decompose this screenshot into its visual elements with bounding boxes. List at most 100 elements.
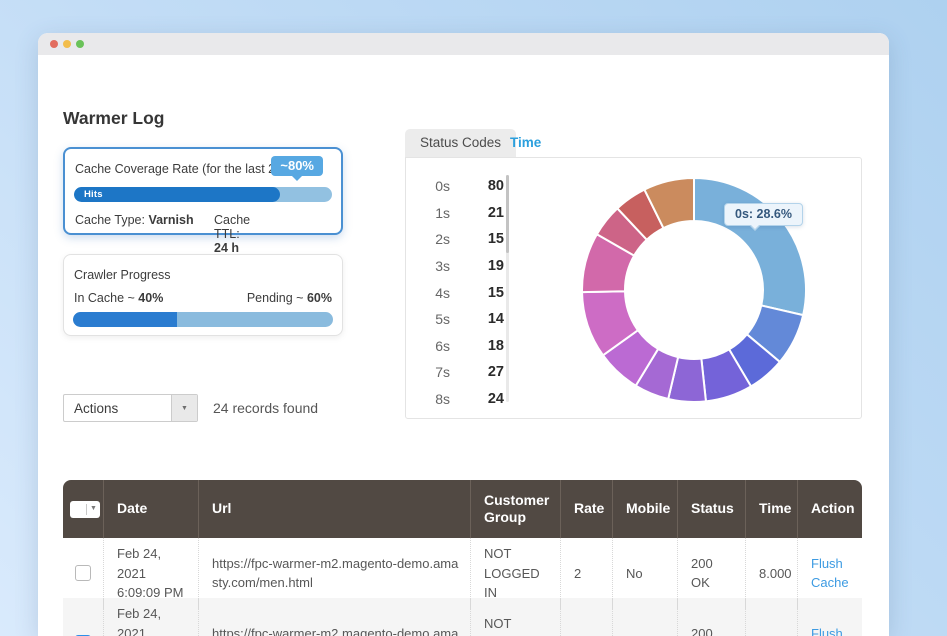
table-header-select: ▼ [63, 480, 103, 538]
legend-label: 3s [426, 258, 450, 274]
action-cell: Flush Cache [797, 598, 862, 636]
crawler-progress-title: Crawler Progress [74, 268, 171, 282]
crawler-progress-card: Crawler Progress In Cache ~ 40% Pending … [63, 254, 343, 336]
column-header-customer-group[interactable]: Customer Group [470, 480, 560, 538]
crawler-progress-fill [73, 312, 177, 327]
legend-scrollbar[interactable] [506, 175, 509, 402]
window-content: Warmer Log Cache Coverage Rate (for the … [38, 55, 889, 636]
customer-group-text: NOTLOGGED IN [484, 544, 550, 603]
crawler-progress-bar [73, 312, 333, 327]
legend-row: 2s 15 [426, 226, 504, 253]
chart-tooltip-text: 0s: 28.6% [735, 207, 792, 221]
legend-value: 15 [474, 231, 504, 247]
chart-tooltip: 0s: 28.6% [724, 203, 803, 226]
column-header-time[interactable]: Time [745, 480, 797, 538]
customer-group-line: LOGGED IN [484, 564, 550, 603]
flush-cache-link[interactable]: Flush Cache [811, 554, 852, 593]
legend-label: 6s [426, 338, 450, 354]
legend-value: 18 [474, 338, 504, 354]
tab-status-codes[interactable]: Status Codes [405, 129, 516, 157]
select-all-checkbox[interactable]: ▼ [70, 501, 100, 518]
crawler-labels-row: In Cache ~ 40% Pending ~ 60% [74, 291, 332, 305]
customer-group-text: NOTLOGGED IN [484, 614, 550, 636]
column-header-status[interactable]: Status [677, 480, 745, 538]
window-titlebar [38, 33, 889, 55]
select-all-caret-icon: ▼ [87, 504, 100, 514]
customer-group-line: NOT [484, 544, 550, 564]
column-header-date[interactable]: Date [103, 480, 198, 538]
time-cell: 8.000 [745, 598, 797, 636]
legend-value: 21 [474, 205, 504, 221]
chart-legend: 0s80 1s 21 2s 15 3s 19 4s 15 5s 14 6s 18 7s 27 8s 24 [426, 173, 504, 412]
legend-row: 1s 21 [426, 200, 504, 227]
legend-label: 5s [426, 311, 450, 327]
window-minimize-button[interactable] [63, 40, 71, 48]
pending-value: 60% [307, 291, 332, 305]
cache-coverage-title: Cache Coverage Rate (for the last 24 h) [75, 162, 297, 176]
legend-value: 19 [474, 258, 504, 274]
app-window: Warmer Log Cache Coverage Rate (for the … [38, 33, 889, 636]
window-close-button[interactable] [50, 40, 58, 48]
desktop-background: Warmer Log Cache Coverage Rate (for the … [0, 0, 947, 636]
coverage-progress-fill: Hits [74, 187, 280, 202]
page-title: Warmer Log [63, 108, 164, 129]
legend-label: 0s [426, 178, 450, 194]
flush-cache-link[interactable]: Flush Cache [811, 624, 852, 636]
column-header-mobile[interactable]: Mobile [612, 480, 677, 538]
rate-cell: 3 [560, 598, 612, 636]
legend-label: 7s [426, 364, 450, 380]
table-row: ✓ Feb 24, 202111:59:56 AM https://fpc-warm… [63, 598, 862, 636]
date-line: Feb 24, 2021 [117, 604, 188, 636]
actions-dropdown-label: Actions [64, 401, 171, 416]
legend-value: 24 [474, 391, 504, 407]
legend-value: 15 [474, 285, 504, 301]
donut-slice-0s[interactable] [694, 178, 806, 315]
date-cell: Feb 24, 202111:59:56 AM [103, 598, 198, 636]
column-header-url[interactable]: Url [198, 480, 470, 538]
coverage-percent-badge: ~80% [271, 156, 323, 176]
cache-type-label: Cache Type: [75, 213, 145, 227]
legend-label: 1s [426, 205, 450, 221]
actions-dropdown[interactable]: Actions ▼ [63, 394, 198, 422]
date-text: Feb 24, 20216:09:09 PM [117, 544, 188, 603]
column-header-action[interactable]: Action [797, 480, 862, 538]
table-body: Feb 24, 20216:09:09 PM https://fpc-warmer… [63, 538, 862, 636]
date-line: Feb 24, 2021 [117, 544, 188, 583]
row-select-cell: ✓ [63, 598, 103, 636]
legend-row: 8s 24 [426, 386, 504, 413]
table-header-row: ▼ DateUrlCustomer GroupRateMobileStatusT… [63, 480, 862, 538]
dropdown-caret-icon[interactable]: ▼ [171, 395, 197, 421]
legend-value: 27 [474, 364, 504, 380]
legend-value: 14 [474, 311, 504, 327]
table-row: Feb 24, 20216:09:09 PMhttps://fpc-warmer… [63, 538, 862, 598]
legend-row: 0s80 [426, 173, 504, 200]
legend-row: 7s 27 [426, 359, 504, 386]
window-zoom-button[interactable] [76, 40, 84, 48]
tab-time[interactable]: Time [510, 129, 541, 157]
mobile-cell: No [612, 598, 677, 636]
legend-row: 4s 15 [426, 279, 504, 306]
legend-label: 4s [426, 285, 450, 301]
cache-ttl-value: 24 h [214, 241, 239, 255]
chart-panel: 0s80 1s 21 2s 15 3s 19 4s 15 5s 14 6s 18 7s 27 8s 24 0s:… [405, 157, 862, 419]
records-table: ▼ DateUrlCustomer GroupRateMobileStatusT… [63, 480, 862, 636]
cache-ttl-label: Cache TTL: [214, 213, 250, 241]
legend-row: 6s 18 [426, 333, 504, 360]
url-cell: https://fpc-warmer-m2.magento-demo.amast… [198, 598, 470, 636]
status-cell: 200 OK [677, 598, 745, 636]
legend-scrollbar-thumb[interactable] [506, 175, 509, 253]
in-cache-label: In Cache ~ [74, 291, 135, 305]
in-cache-value: 40% [138, 291, 163, 305]
coverage-bar-label: Hits [74, 189, 103, 200]
legend-label: 2s [426, 231, 450, 247]
row-checkbox[interactable] [75, 565, 91, 581]
legend-label: 8s [426, 391, 450, 407]
legend-row: 5s 14 [426, 306, 504, 333]
cache-coverage-card: Cache Coverage Rate (for the last 24 h) … [63, 147, 343, 235]
cache-meta-row: Cache Type: Varnish Cache TTL: 24 h [75, 213, 194, 227]
customer-group-cell: NOTLOGGED IN [470, 598, 560, 636]
column-header-rate[interactable]: Rate [560, 480, 612, 538]
pending-label: Pending ~ [247, 291, 304, 305]
date-text: Feb 24, 202111:59:56 AM [117, 604, 188, 636]
coverage-progress-bar: Hits [74, 187, 332, 202]
